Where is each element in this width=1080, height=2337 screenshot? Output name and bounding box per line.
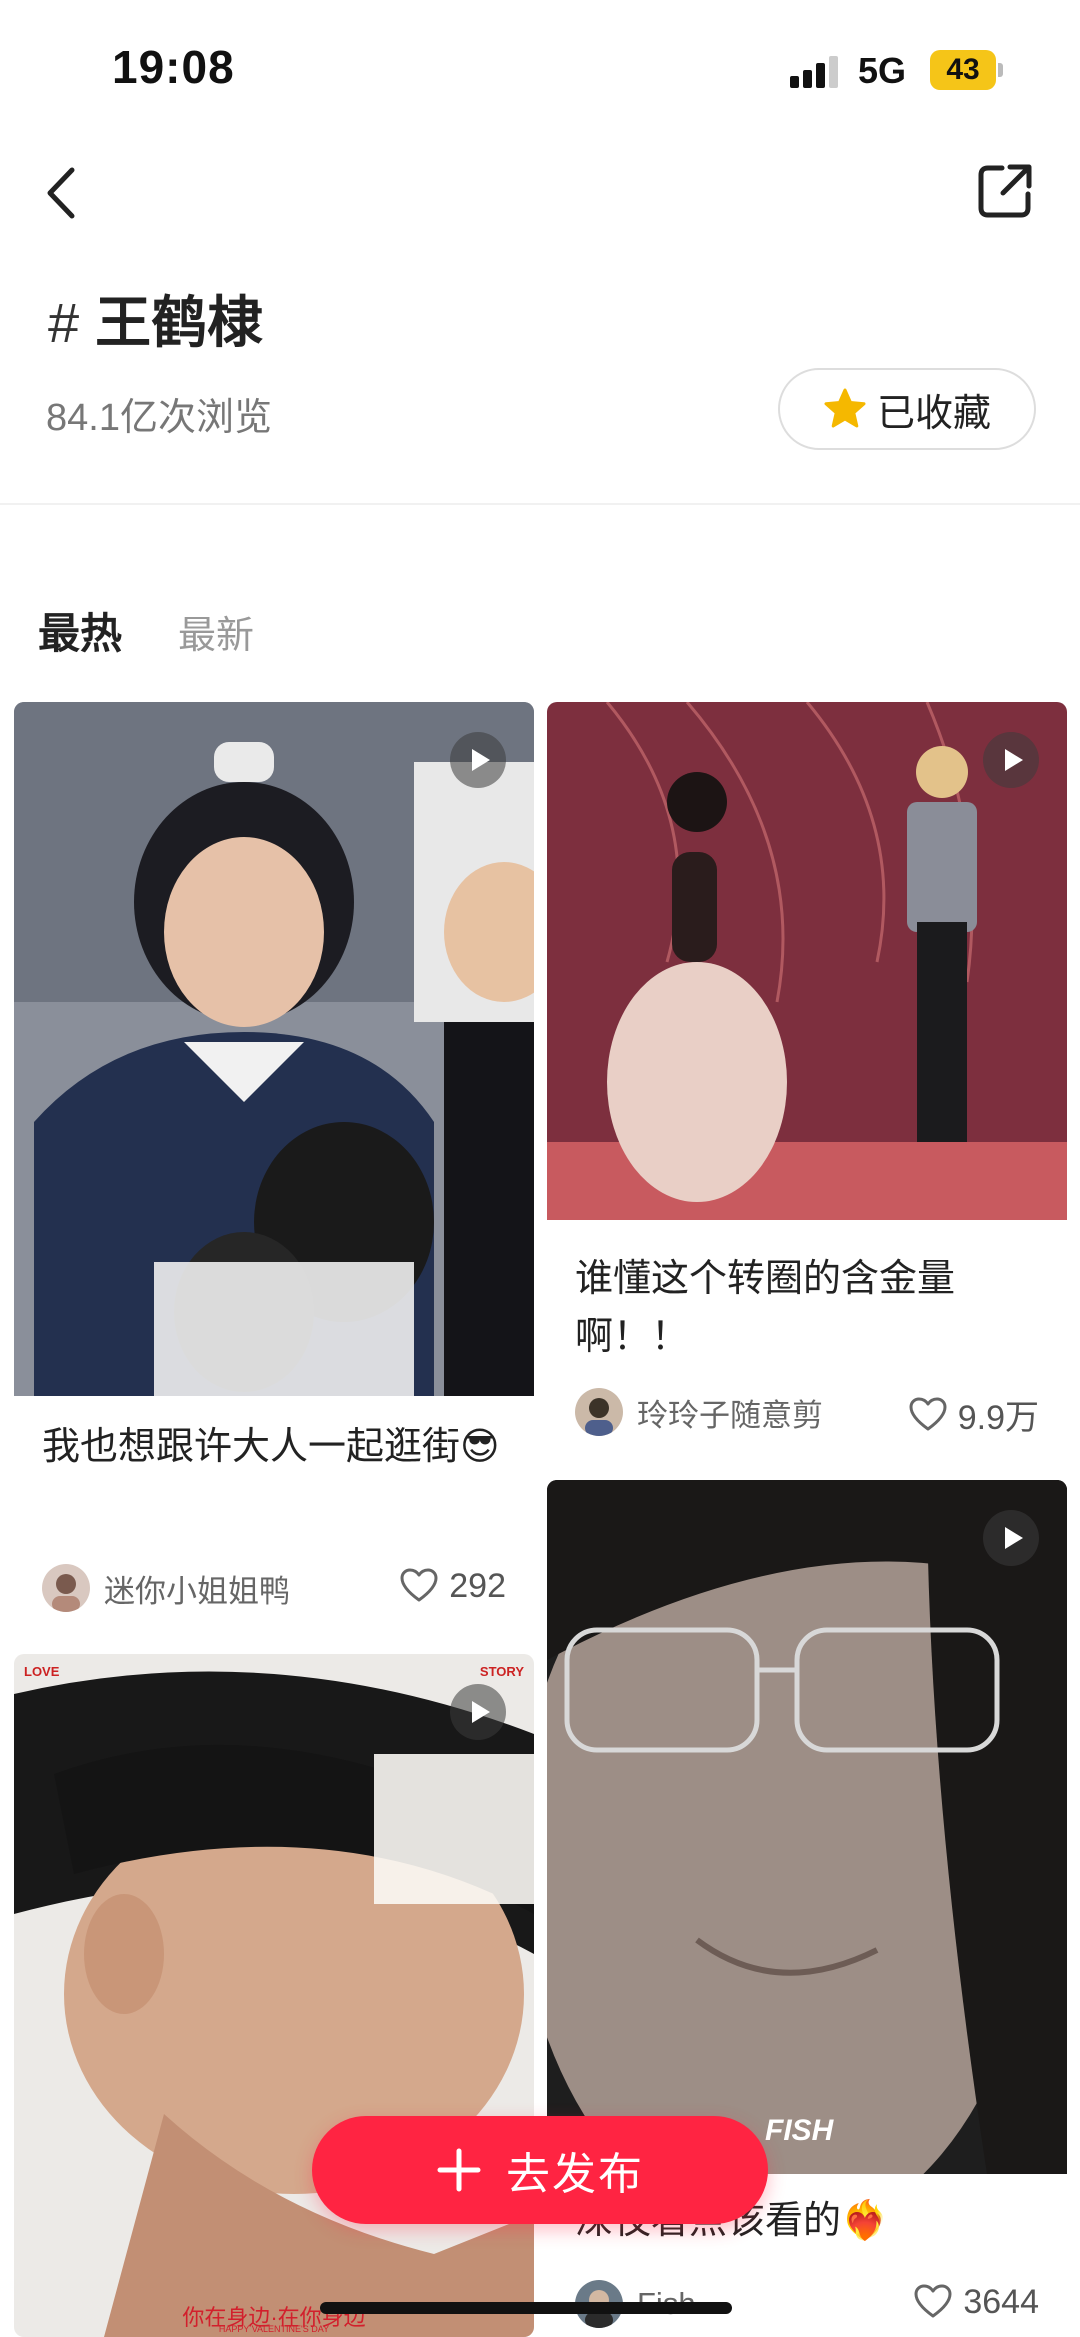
post-card-3[interactable]: LOVE STORY 你在身边·在你身边 HAPPY VALENTINE'S D… — [14, 1654, 534, 2337]
topic-title: # 王鹤棣 — [48, 278, 263, 359]
play-icon — [450, 732, 506, 788]
like-count: 3644 — [963, 2282, 1039, 2321]
chevron-left-icon — [47, 167, 75, 219]
share-icon — [978, 164, 1032, 218]
favorite-button[interactable]: 已收藏 — [778, 368, 1036, 450]
status-time: 19:08 — [112, 41, 235, 93]
heart-icon — [400, 1568, 438, 1602]
post-cover-image[interactable] — [14, 702, 534, 1396]
tab-hot[interactable]: 最热 — [38, 600, 122, 661]
hash-symbol: # — [48, 291, 80, 354]
star-icon — [824, 388, 866, 428]
avatar — [42, 1564, 90, 1612]
heart-icon — [909, 1397, 947, 1430]
post-cover-image[interactable]: FISH — [547, 1480, 1067, 2174]
like-button[interactable]: 9.9万 — [908, 1390, 1039, 1439]
post-author[interactable]: 迷你小姐姐鸭 — [42, 1564, 290, 1612]
plus-icon — [437, 2148, 481, 2192]
view-count: 84.1亿次浏览 — [46, 397, 272, 439]
status-bar: 19:08 5G 43 — [0, 0, 1080, 140]
post-cover-image[interactable] — [547, 702, 1067, 1220]
overlay-caption-small: HAPPY VALENTINE'S DAY — [218, 2324, 330, 2334]
overlay-fish: FISH — [765, 2114, 834, 2147]
heart-icon — [914, 2284, 952, 2318]
publish-button[interactable]: 去发布 — [312, 2116, 768, 2224]
like-button[interactable]: 3644 — [913, 2282, 1039, 2322]
author-name: 玲玲子随意剪 — [637, 1397, 823, 1433]
play-icon — [983, 1510, 1039, 1566]
like-count: 292 — [449, 1566, 506, 1605]
signal-icon — [790, 56, 842, 88]
network-type: 5G — [858, 50, 907, 91]
publish-label: 去发布 — [506, 2150, 644, 2199]
post-author[interactable]: 玲玲子随意剪 — [575, 1388, 823, 1436]
author-name: 迷你小姐姐鸭 — [104, 1573, 290, 1609]
play-icon — [983, 732, 1039, 788]
post-card-2[interactable]: 谁懂这个转圈的含金量啊！！ 玲玲子随意剪 9.9万 — [547, 702, 1067, 1464]
share-button[interactable] — [976, 162, 1034, 220]
avatar — [575, 1388, 623, 1436]
play-icon — [450, 1684, 506, 1740]
post-title: 谁懂这个转圈的含金量啊！！ — [575, 1258, 956, 1358]
overlay-story: STORY — [479, 1664, 524, 1679]
topic-name: 王鹤棣 — [95, 291, 264, 354]
post-card-1[interactable]: 我也想跟许大人一起逛街😎 迷你小姐姐鸭 292 — [14, 702, 534, 1640]
home-indicator[interactable] — [320, 2302, 732, 2314]
battery-level: 43 — [930, 50, 996, 90]
like-button[interactable]: 292 — [399, 1566, 506, 1606]
divider — [0, 503, 1080, 505]
overlay-love: LOVE — [24, 1664, 60, 1679]
post-cover-image[interactable]: LOVE STORY 你在身边·在你身边 HAPPY VALENTINE'S D… — [14, 1654, 534, 2337]
tab-new[interactable]: 最新 — [178, 604, 254, 659]
back-button[interactable] — [38, 158, 88, 228]
post-title: 我也想跟许大人一起逛街😎 — [42, 1426, 500, 1468]
like-count: 9.9万 — [957, 1399, 1039, 1437]
favorite-label: 已收藏 — [876, 392, 991, 435]
battery-icon: 43 — [930, 50, 1003, 90]
